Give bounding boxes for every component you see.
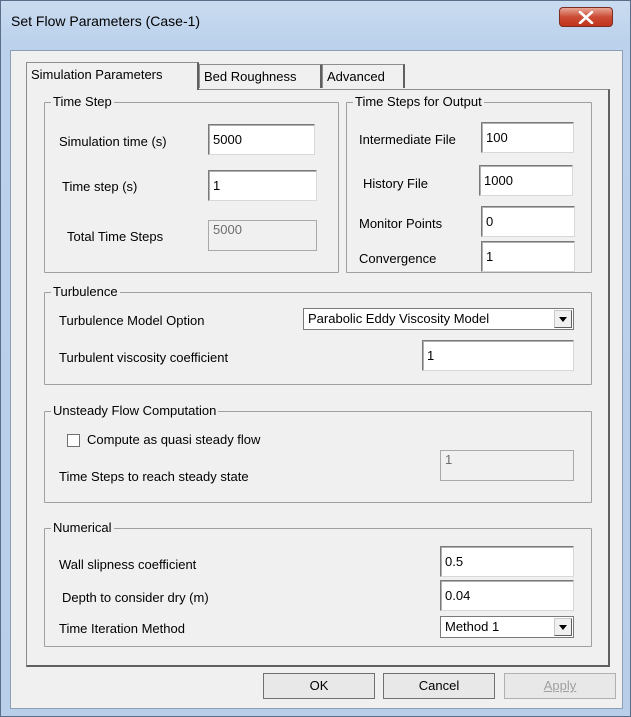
tab-label: Simulation Parameters xyxy=(31,67,163,82)
dialog-window: Set Flow Parameters (Case-1) Simulation … xyxy=(0,0,631,717)
turbulent-viscosity-input[interactable] xyxy=(422,340,574,371)
convergence-input[interactable] xyxy=(481,241,575,272)
tab-bed-roughness[interactable]: Bed Roughness xyxy=(199,64,322,88)
intermediate-file-label: Intermediate File xyxy=(359,132,456,147)
wall-slipness-input[interactable] xyxy=(440,546,574,577)
time-iteration-value: Method 1 xyxy=(445,619,500,634)
apply-label: Apply xyxy=(543,678,577,693)
close-button[interactable] xyxy=(559,7,613,27)
depth-dry-input[interactable] xyxy=(440,580,574,611)
tab-label: Bed Roughness xyxy=(204,69,297,84)
group-title: Time Step xyxy=(51,94,114,109)
time-iteration-select[interactable]: Method 1 xyxy=(440,616,574,638)
tab-panel: Time Step Simulation time (s) Time step … xyxy=(26,89,610,667)
turbulence-model-value: Parabolic Eddy Viscosity Model xyxy=(308,311,490,326)
group-title: Time Steps for Output xyxy=(353,94,484,109)
chevron-down-icon[interactable] xyxy=(554,310,572,328)
group-title: Turbulence xyxy=(51,284,120,299)
steady-state-steps-field: 1 xyxy=(440,450,574,481)
chevron-down-icon[interactable] xyxy=(554,618,572,636)
turbulence-group: Turbulence Turbulence Model Option Parab… xyxy=(44,284,592,385)
unsteady-flow-group: Unsteady Flow Computation Compute as qua… xyxy=(44,403,592,503)
quasi-steady-label: Compute as quasi steady flow xyxy=(87,432,261,447)
simulation-time-label: Simulation time (s) xyxy=(59,134,167,149)
total-time-steps-label: Total Time Steps xyxy=(67,229,164,244)
close-icon xyxy=(578,11,594,24)
tab-advanced[interactable]: Advanced xyxy=(322,64,405,88)
window-title: Set Flow Parameters (Case-1) xyxy=(11,13,201,29)
time-step-input[interactable] xyxy=(208,170,317,201)
cancel-button[interactable]: Cancel xyxy=(383,673,495,699)
convergence-label: Convergence xyxy=(359,251,437,266)
dialog-client: Simulation Parameters Bed Roughness Adva… xyxy=(10,50,623,709)
depth-dry-label: Depth to consider dry (m) xyxy=(62,590,209,605)
group-title: Numerical xyxy=(51,520,114,535)
steady-state-steps-label: Time Steps to reach steady state xyxy=(59,469,249,484)
time-step-label: Time step (s) xyxy=(62,179,138,194)
time-iteration-label: Time Iteration Method xyxy=(59,621,185,636)
monitor-points-input[interactable] xyxy=(481,206,575,237)
monitor-points-label: Monitor Points xyxy=(359,216,443,231)
output-steps-group: Time Steps for Output Intermediate File … xyxy=(346,94,592,273)
group-title: Unsteady Flow Computation xyxy=(51,403,219,418)
total-time-steps-field: 5000 xyxy=(208,220,317,251)
ok-button[interactable]: OK xyxy=(263,673,375,699)
turbulent-viscosity-label: Turbulent viscosity coefficient xyxy=(59,350,229,365)
history-file-input[interactable] xyxy=(479,165,573,196)
intermediate-file-input[interactable] xyxy=(481,122,574,153)
wall-slipness-label: Wall slipness coefficient xyxy=(59,557,197,572)
quasi-steady-checkbox[interactable] xyxy=(67,434,80,447)
time-step-group: Time Step Simulation time (s) Time step … xyxy=(44,94,339,273)
numerical-group: Numerical Wall slipness coefficient Dept… xyxy=(44,520,592,647)
tab-simulation-parameters[interactable]: Simulation Parameters xyxy=(26,62,199,90)
tab-label: Advanced xyxy=(327,69,385,84)
history-file-label: History File xyxy=(363,176,429,191)
simulation-time-input[interactable] xyxy=(208,124,315,155)
apply-button[interactable]: Apply xyxy=(504,673,616,699)
turbulence-model-select[interactable]: Parabolic Eddy Viscosity Model xyxy=(303,308,574,330)
turbulence-model-label: Turbulence Model Option xyxy=(59,313,205,328)
